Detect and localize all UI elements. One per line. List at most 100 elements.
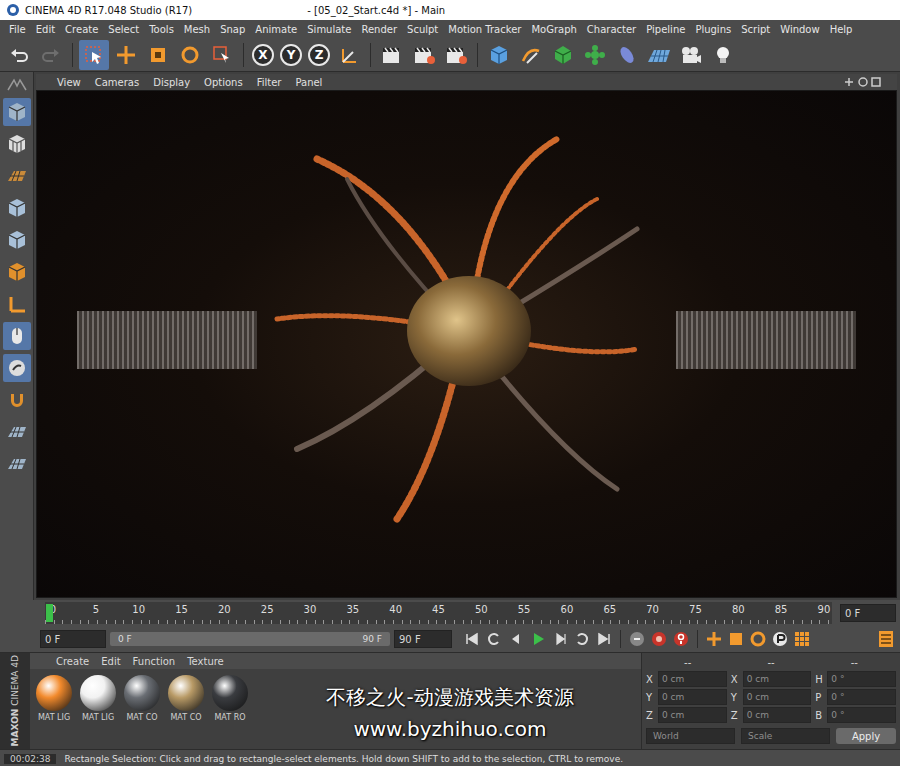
- render-button[interactable]: [441, 40, 471, 70]
- material-menu-item[interactable]: Function: [127, 656, 182, 667]
- axis-lock-button[interactable]: Z: [308, 44, 330, 66]
- timeline-window-button[interactable]: [876, 628, 896, 650]
- select-button[interactable]: [79, 40, 109, 70]
- mode-tool-button[interactable]: [3, 98, 31, 126]
- coordinate-value-field[interactable]: 0 cm: [743, 689, 812, 705]
- material-menu-item[interactable]: Texture: [181, 656, 230, 667]
- mode-tool-button[interactable]: [3, 418, 31, 446]
- end-frame-field[interactable]: 90 F: [394, 630, 452, 648]
- cloner-button[interactable]: [580, 40, 610, 70]
- point-level-key-button[interactable]: [792, 628, 812, 650]
- coordinate-value-field[interactable]: 0 °: [827, 707, 896, 723]
- record-button[interactable]: [627, 628, 647, 650]
- current-frame-field[interactable]: 0 F: [840, 604, 896, 622]
- mode-tool-button[interactable]: [3, 258, 31, 286]
- mode-tool-button[interactable]: [3, 162, 31, 190]
- mode-tool-button[interactable]: [3, 354, 31, 382]
- subdivision-button[interactable]: [548, 40, 578, 70]
- coordinate-value-field[interactable]: 0 cm: [658, 689, 727, 705]
- material-menu-item[interactable]: Create: [50, 656, 95, 667]
- next-key-button[interactable]: [572, 628, 592, 650]
- viewport-menu-item[interactable]: Panel: [288, 77, 329, 88]
- render-button[interactable]: [409, 40, 439, 70]
- viewport-menu-item[interactable]: Options: [197, 77, 250, 88]
- recent-tools-button[interactable]: [207, 40, 237, 70]
- menu-item[interactable]: MoGraph: [526, 24, 581, 35]
- playhead[interactable]: [46, 604, 53, 622]
- menu-item[interactable]: Animate: [250, 24, 302, 35]
- render-button[interactable]: [377, 40, 407, 70]
- scale-button[interactable]: [143, 40, 173, 70]
- go-to-start-button[interactable]: [462, 628, 482, 650]
- previous-frame-button[interactable]: [506, 628, 526, 650]
- mode-tool-button[interactable]: [3, 450, 31, 478]
- menu-item[interactable]: Select: [103, 24, 144, 35]
- menu-item[interactable]: Render: [356, 24, 402, 35]
- mode-tool-button[interactable]: [3, 386, 31, 414]
- viewport-menu-item[interactable]: Cameras: [88, 77, 146, 88]
- menu-item[interactable]: Tools: [144, 24, 179, 35]
- keyframe-selection-button[interactable]: [671, 628, 691, 650]
- pen-button[interactable]: [516, 40, 546, 70]
- position-key-button[interactable]: [704, 628, 724, 650]
- light-button[interactable]: [708, 40, 738, 70]
- coordinate-value-field[interactable]: 0 °: [827, 671, 896, 687]
- camera-button[interactable]: [676, 40, 706, 70]
- floor-button[interactable]: [644, 40, 674, 70]
- start-frame-field[interactable]: 0 F: [40, 630, 106, 648]
- play-button[interactable]: [528, 628, 548, 650]
- undo-button[interactable]: [4, 40, 34, 70]
- parameter-key-button[interactable]: [770, 628, 790, 650]
- material-item[interactable]: MAT CO: [122, 675, 162, 722]
- viewport-menu-item[interactable]: View: [50, 77, 88, 88]
- menu-item[interactable]: Create: [60, 24, 103, 35]
- menu-item[interactable]: Window: [775, 24, 824, 35]
- mode-tool-button[interactable]: [3, 322, 31, 350]
- menu-item[interactable]: Sculpt: [402, 24, 443, 35]
- menu-item[interactable]: Pipeline: [641, 24, 690, 35]
- next-frame-button[interactable]: [550, 628, 570, 650]
- coordinate-value-field[interactable]: 0 cm: [658, 707, 727, 723]
- go-to-end-button[interactable]: [594, 628, 614, 650]
- mode-tool-button[interactable]: [3, 226, 31, 254]
- coordinate-value-field[interactable]: 0 cm: [658, 671, 727, 687]
- viewport-menu-item[interactable]: Filter: [250, 77, 289, 88]
- workspace-grip[interactable]: [6, 76, 28, 94]
- material-item[interactable]: MAT RO: [210, 675, 250, 722]
- material-item[interactable]: MAT CO: [166, 675, 206, 722]
- viewport-menu-item[interactable]: Display: [146, 77, 197, 88]
- mode-tool-button[interactable]: [3, 290, 31, 318]
- coordinate-value-field[interactable]: 0 cm: [743, 707, 812, 723]
- axis-lock-button[interactable]: X: [252, 44, 274, 66]
- coordinate-system-button[interactable]: [334, 40, 364, 70]
- mode-tool-button[interactable]: [3, 194, 31, 222]
- menu-item[interactable]: Script: [736, 24, 775, 35]
- menu-item[interactable]: Simulate: [302, 24, 356, 35]
- coordinate-value-field[interactable]: 0 cm: [743, 671, 812, 687]
- menu-item[interactable]: Help: [825, 24, 858, 35]
- timeline-track[interactable]: 051015202530354045505560657075808590: [45, 602, 832, 624]
- menu-item[interactable]: Character: [582, 24, 641, 35]
- scale-key-button[interactable]: [726, 628, 746, 650]
- deformer-button[interactable]: [612, 40, 642, 70]
- rotation-key-button[interactable]: [748, 628, 768, 650]
- menu-item[interactable]: Plugins: [690, 24, 736, 35]
- coordinate-dropdown[interactable]: World: [646, 728, 735, 744]
- coordinate-dropdown[interactable]: Scale: [741, 728, 830, 744]
- viewport-render[interactable]: [36, 90, 897, 598]
- apply-button[interactable]: Apply: [836, 728, 896, 744]
- material-menu-item[interactable]: Edit: [95, 656, 126, 667]
- frame-range-slider[interactable]: 0 F90 F: [110, 632, 390, 646]
- autokey-button[interactable]: [649, 628, 669, 650]
- menu-item[interactable]: File: [4, 24, 31, 35]
- menu-item[interactable]: Motion Tracker: [443, 24, 526, 35]
- menu-item[interactable]: Mesh: [179, 24, 215, 35]
- material-item[interactable]: MAT LIG: [78, 675, 118, 722]
- redo-button[interactable]: [36, 40, 66, 70]
- coordinate-value-field[interactable]: 0 °: [827, 689, 896, 705]
- viewport-navigation-icon[interactable]: [843, 76, 883, 88]
- move-button[interactable]: [111, 40, 141, 70]
- previous-key-button[interactable]: [484, 628, 504, 650]
- menu-item[interactable]: Edit: [31, 24, 60, 35]
- material-item[interactable]: MAT LIG: [34, 675, 74, 722]
